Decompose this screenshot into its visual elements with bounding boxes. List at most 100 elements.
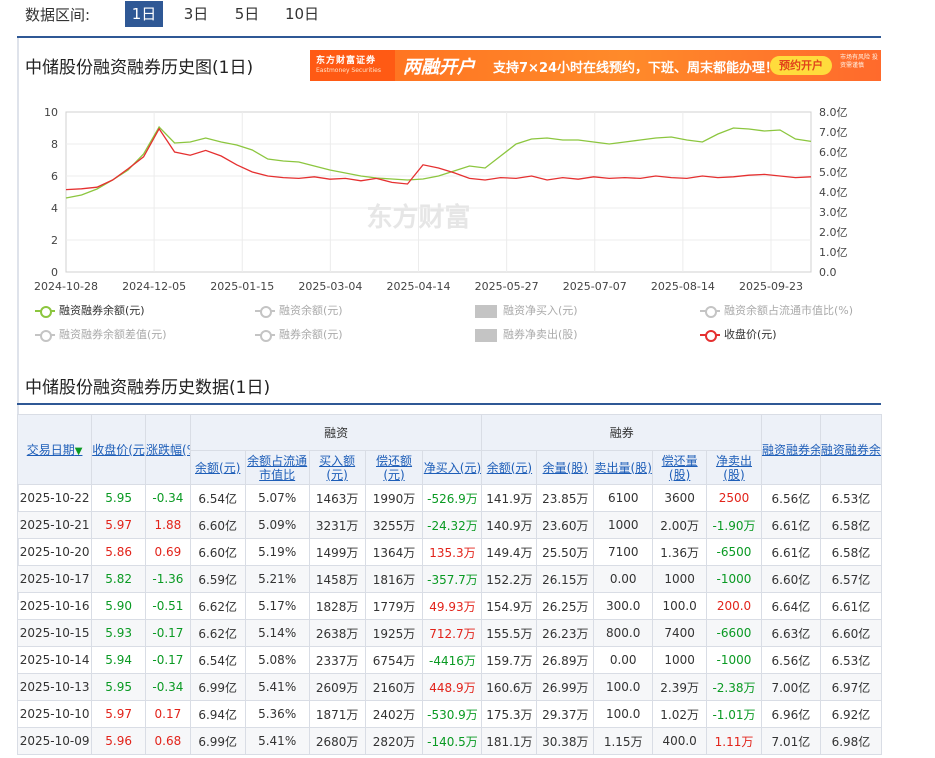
table-cell: 6.57亿 xyxy=(819,565,883,593)
table-cell: 3255万 xyxy=(364,511,424,539)
col-change-label: 涨跌幅(%) xyxy=(146,443,190,457)
legend-item[interactable]: 融资余额(元) xyxy=(255,302,343,318)
col-fin-balance[interactable]: 余额(元) xyxy=(189,450,246,485)
table-section-title: 中储股份融资融券历史数据(1日) xyxy=(25,378,271,398)
x-tick: 2024-12-05 xyxy=(122,280,186,293)
table-cell: 800.0 xyxy=(593,619,654,647)
table-cell: 1.36万 xyxy=(652,538,708,566)
table-cell: 5.95 xyxy=(91,484,147,512)
table-cell: 2025-10-16 xyxy=(16,592,93,620)
legend-item[interactable]: 融资净买入(元) xyxy=(475,302,578,318)
table-cell: 5.09% xyxy=(244,511,310,539)
legend-item[interactable]: 融资余额占流通市值比(%) xyxy=(700,302,853,318)
col-lend-volume[interactable]: 余量(股) xyxy=(536,450,595,485)
col-close-label: 收盘价(元) xyxy=(92,443,146,457)
table-cell: 181.1万 xyxy=(481,727,538,755)
table-cell: 6.62亿 xyxy=(189,619,246,647)
group-lending: 融券 xyxy=(481,414,762,451)
table-cell: 6.61亿 xyxy=(819,592,883,620)
table-cell: 1000 xyxy=(652,646,708,674)
legend-item[interactable]: 收盘价(元) xyxy=(700,326,777,342)
table-cell: 6.56亿 xyxy=(760,484,821,512)
col-diff[interactable]: 融资融券余额差值(元) xyxy=(819,414,883,485)
legend-item[interactable]: 融资融券余额(元) xyxy=(35,302,145,318)
legend-item[interactable]: 融券净卖出(股) xyxy=(475,326,578,342)
table-cell: 6.64亿 xyxy=(760,592,821,620)
legend-label: 融资净买入(元) xyxy=(503,304,578,317)
promo-banner[interactable]: 东方财富证券 Eastmoney Securities 两融开户 支持7×24小… xyxy=(310,50,881,81)
col-total-balance[interactable]: 融资融券余额(元) xyxy=(760,414,821,485)
y-right-tick: 6.0亿 xyxy=(819,146,848,159)
table-cell: 5.97 xyxy=(91,700,147,728)
y-left-tick: 2 xyxy=(51,234,58,247)
legend-line-icon xyxy=(700,330,720,342)
table-cell: 5.94 xyxy=(91,646,147,674)
range-option-5d[interactable]: 5日 xyxy=(228,1,266,27)
table-cell: 5.21% xyxy=(244,565,310,593)
y-right-tick: 4.0亿 xyxy=(819,186,848,199)
banner-logo-text: 东方财富证券 xyxy=(316,56,377,66)
table-cell: 26.99万 xyxy=(536,673,595,701)
margin-history-table: 交易日期▼ 收盘价(元) 涨跌幅(%) 融资 融券 融资融券余额(元) 融资融券… xyxy=(16,414,883,755)
y-left-tick: 10 xyxy=(44,106,58,119)
range-option-3d[interactable]: 3日 xyxy=(177,1,215,27)
table-cell: 5.17% xyxy=(244,592,310,620)
y-right-tick: 5.0亿 xyxy=(819,166,848,179)
table-cell: 1463万 xyxy=(308,484,366,512)
table-cell: 2402万 xyxy=(364,700,424,728)
table-cell: 6.60亿 xyxy=(819,619,883,647)
col-fin-net[interactable]: 净买入(元) xyxy=(422,450,483,485)
col-change[interactable]: 涨跌幅(%) xyxy=(145,414,191,485)
table-cell: 5.90 xyxy=(91,592,147,620)
col-fin-buy[interactable]: 买入额(元) xyxy=(308,450,366,485)
table-cell: 1364万 xyxy=(364,538,424,566)
col-lend-balance[interactable]: 余额(元) xyxy=(481,450,538,485)
table-cell: -1.36 xyxy=(145,565,191,593)
legend-item[interactable]: 融资融券余额差值(元) xyxy=(35,326,167,342)
table-cell: 6.59亿 xyxy=(189,565,246,593)
col-lend-sell[interactable]: 卖出量(股) xyxy=(593,450,654,485)
table-cell: 0.68 xyxy=(145,727,191,755)
table-cell: 6754万 xyxy=(364,646,424,674)
table-cell: 6.54亿 xyxy=(189,646,246,674)
table-cell: 6.61亿 xyxy=(760,511,821,539)
table-body: 2025-10-22 5.95 -0.34 6.54亿 5.07% 1463万 1990万 -… xyxy=(16,484,883,755)
banner-open-account-button[interactable]: 预约开户 xyxy=(770,56,832,75)
range-option-1d[interactable]: 1日 xyxy=(125,1,163,27)
legend-line-icon xyxy=(255,330,275,342)
table-cell: -0.51 xyxy=(145,592,191,620)
col-lend-net[interactable]: 净卖出(股) xyxy=(706,450,762,485)
y-left-tick: 4 xyxy=(51,202,58,215)
table-cell: -526.9万 xyxy=(422,484,483,512)
col-close[interactable]: 收盘价(元) xyxy=(91,414,147,485)
col-diff-label: 融资融券余额差值(元) xyxy=(820,443,881,457)
table-cell: 3231万 xyxy=(308,511,366,539)
table-cell: 6.99亿 xyxy=(189,673,246,701)
table-cell: -1.90万 xyxy=(706,511,762,539)
col-fin-repay[interactable]: 偿还额(元) xyxy=(364,450,424,485)
table-cell: -2.38万 xyxy=(706,673,762,701)
col-date[interactable]: 交易日期▼ xyxy=(16,414,93,485)
legend-item[interactable]: 融券余额(元) xyxy=(255,326,343,342)
table-cell: 6.97亿 xyxy=(819,673,883,701)
table-row: 2025-10-21 5.97 1.88 6.60亿 5.09% 3231万 3255万 -2… xyxy=(16,511,883,539)
table-cell: 6.62亿 xyxy=(189,592,246,620)
table-cell: -357.7万 xyxy=(422,565,483,593)
range-option-10d[interactable]: 10日 xyxy=(280,1,324,27)
table-cell: 6100 xyxy=(593,484,654,512)
table-cell: 5.96 xyxy=(91,727,147,755)
margin-history-chart[interactable]: 东方财富02468100.01.0亿2.0亿3.0亿4.0亿5.0亿6.0亿7.… xyxy=(0,98,880,298)
col-fin-ratio[interactable]: 余额占流通市值比 xyxy=(244,450,310,485)
x-tick: 2025-03-04 xyxy=(298,280,362,293)
legend-line-icon xyxy=(35,330,55,342)
y-right-tick: 7.0亿 xyxy=(819,126,848,139)
x-tick: 2025-07-07 xyxy=(563,280,627,293)
col-lend-repay[interactable]: 偿还量(股) xyxy=(652,450,708,485)
table-cell: 3600 xyxy=(652,484,708,512)
table-cell: 0.00 xyxy=(593,646,654,674)
table-cell: 5.41% xyxy=(244,673,310,701)
table-cell: 200.0 xyxy=(706,592,762,620)
table-cell: 23.60万 xyxy=(536,511,595,539)
table-cell: 6.53亿 xyxy=(819,646,883,674)
table-cell: 2680万 xyxy=(308,727,366,755)
